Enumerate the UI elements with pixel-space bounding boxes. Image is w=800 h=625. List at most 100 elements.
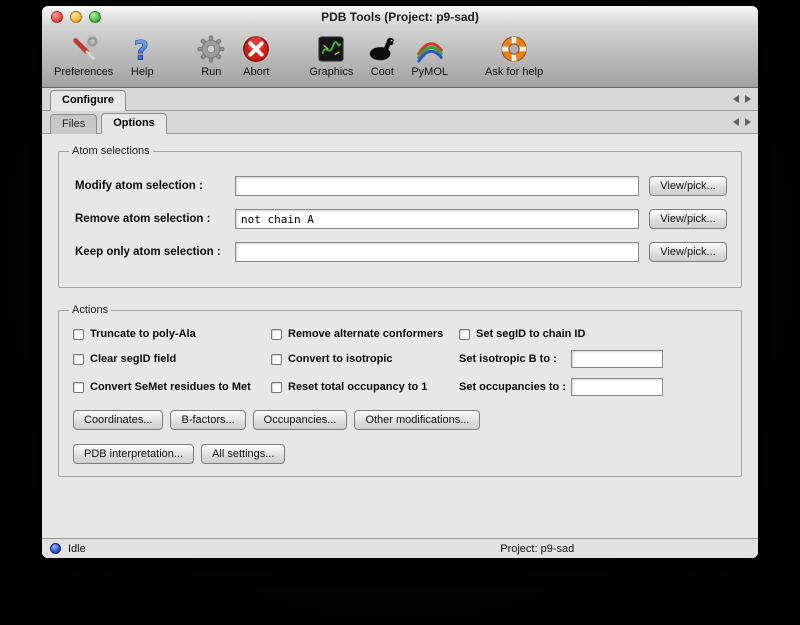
- tab-options-label: Options: [113, 117, 155, 129]
- other-modifications-button[interactable]: Other modifications...: [354, 410, 480, 430]
- actions-group: Actions Truncate to poly-Ala Remove alte…: [58, 304, 742, 477]
- tab-strip-configure: Configure: [42, 88, 758, 111]
- toolbar-label-pymol: PyMOL: [411, 66, 448, 78]
- window-title: PDB Tools (Project: p9-sad): [321, 10, 479, 24]
- set-isotropic-b-input[interactable]: [571, 350, 663, 368]
- tab-files[interactable]: Files: [50, 114, 97, 134]
- tab-configure-label: Configure: [62, 94, 114, 106]
- view-pick-button-keep-only[interactable]: View/pick...: [649, 242, 727, 262]
- gear-icon: [195, 33, 227, 65]
- toolbar-label-ask-for-help: Ask for help: [485, 66, 543, 78]
- checkbox-label: Convert SeMet residues to Met: [90, 381, 251, 393]
- zoom-button[interactable]: [89, 11, 101, 23]
- modify-atom-selection-row: Modify atom selection : View/pick...: [75, 176, 727, 196]
- toolbar: Preferences ? Help: [42, 28, 758, 88]
- atom-selections-group: Atom selections Modify atom selection : …: [58, 145, 742, 288]
- set-occupancies-input[interactable]: [571, 378, 663, 396]
- coot-bird-icon: [366, 33, 398, 65]
- occupancies-button[interactable]: Occupancies...: [253, 410, 348, 430]
- toolbar-button-abort[interactable]: Abort: [240, 33, 272, 78]
- checkbox-truncate-to-poly-ala[interactable]: Truncate to poly-Ala: [73, 328, 271, 340]
- checkbox-box-icon[interactable]: [459, 329, 470, 340]
- titlebar[interactable]: PDB Tools (Project: p9-sad): [42, 6, 758, 28]
- toolbar-label-preferences: Preferences: [54, 66, 113, 78]
- checkbox-label: Set segID to chain ID: [476, 328, 585, 340]
- checkbox-box-icon[interactable]: [73, 329, 84, 340]
- toolbar-button-graphics[interactable]: Graphics: [309, 33, 353, 78]
- toolbar-button-run[interactable]: Run: [195, 33, 227, 78]
- question-mark-icon: ?: [126, 33, 158, 65]
- set-isotropic-b-label: Set isotropic B to :: [459, 353, 571, 365]
- checkbox-reset-total-occupancy[interactable]: Reset total occupancy to 1: [271, 381, 459, 393]
- checkbox-label: Reset total occupancy to 1: [288, 381, 427, 393]
- view-pick-button-remove[interactable]: View/pick...: [649, 209, 727, 229]
- tab-scroll-right-icon[interactable]: [745, 95, 751, 103]
- toolbar-button-preferences[interactable]: Preferences: [54, 33, 113, 78]
- keep-only-atom-selection-row: Keep only atom selection : View/pick...: [75, 242, 727, 262]
- status-bar: Idle Project: p9-sad: [42, 538, 758, 558]
- actions-group-title: Actions: [69, 304, 111, 316]
- checkbox-convert-to-isotropic[interactable]: Convert to isotropic: [271, 353, 459, 365]
- set-isotropic-b-field: Set isotropic B to :: [459, 350, 729, 368]
- minimize-button[interactable]: [70, 11, 82, 23]
- modify-atom-selection-input[interactable]: [235, 176, 639, 196]
- lifebuoy-icon: [498, 33, 530, 65]
- set-occupancies-field: Set occupancies to :: [459, 378, 729, 396]
- tab-options[interactable]: Options: [101, 113, 167, 134]
- coordinates-button[interactable]: Coordinates...: [73, 410, 163, 430]
- tab-scroll-right-icon[interactable]: [745, 118, 751, 126]
- options-page: Atom selections Modify atom selection : …: [42, 134, 758, 477]
- checkbox-label: Clear segID field: [90, 353, 176, 365]
- checkbox-convert-semet-to-met[interactable]: Convert SeMet residues to Met: [73, 381, 271, 393]
- project-label: Project: p9-sad: [500, 543, 574, 555]
- actions-buttons-row-2: PDB interpretation... All settings...: [73, 444, 729, 464]
- desktop-background: PDB Tools (Project: p9-sad) Preferences: [0, 0, 800, 625]
- tab-scroll-arrows: [733, 118, 751, 126]
- checkbox-label: Remove alternate conformers: [288, 328, 443, 340]
- checkbox-box-icon[interactable]: [271, 354, 282, 365]
- tab-scroll-left-icon[interactable]: [733, 118, 739, 126]
- toolbar-button-pymol[interactable]: PyMOL: [411, 33, 448, 78]
- pdb-interpretation-button[interactable]: PDB interpretation...: [73, 444, 194, 464]
- keep-only-atom-selection-label: Keep only atom selection :: [75, 246, 235, 258]
- set-occupancies-label: Set occupancies to :: [459, 381, 571, 393]
- toolbar-button-ask-for-help[interactable]: Ask for help: [485, 33, 543, 78]
- traffic-lights: [51, 11, 101, 23]
- close-button[interactable]: [51, 11, 63, 23]
- checkbox-label: Truncate to poly-Ala: [90, 328, 196, 340]
- toolbar-label-coot: Coot: [371, 66, 394, 78]
- checkbox-set-segid-to-chain-id[interactable]: Set segID to chain ID: [459, 328, 729, 340]
- actions-buttons-row-1: Coordinates... B-factors... Occupancies.…: [73, 410, 729, 430]
- atom-selections-group-title: Atom selections: [69, 145, 153, 157]
- checkbox-box-icon[interactable]: [73, 382, 84, 393]
- keep-only-atom-selection-input[interactable]: [235, 242, 639, 262]
- pymol-ribbon-icon: [414, 33, 446, 65]
- tab-configure[interactable]: Configure: [50, 90, 126, 111]
- toolbar-button-coot[interactable]: Coot: [366, 33, 398, 78]
- checkbox-box-icon[interactable]: [271, 382, 282, 393]
- toolbar-label-run: Run: [201, 66, 221, 78]
- checkbox-box-icon[interactable]: [73, 354, 84, 365]
- all-settings-button[interactable]: All settings...: [201, 444, 285, 464]
- tab-files-label: Files: [62, 118, 85, 130]
- toolbar-label-abort: Abort: [243, 66, 269, 78]
- tools-icon: [68, 33, 100, 65]
- b-factors-button[interactable]: B-factors...: [170, 410, 245, 430]
- checkbox-remove-alternate-conformers[interactable]: Remove alternate conformers: [271, 328, 459, 340]
- status-led-icon: [50, 543, 61, 554]
- toolbar-button-help[interactable]: ? Help: [126, 33, 158, 78]
- tab-scroll-left-icon[interactable]: [733, 95, 739, 103]
- red-x-icon: [240, 33, 272, 65]
- remove-atom-selection-row: Remove atom selection : View/pick...: [75, 209, 727, 229]
- view-pick-button-modify[interactable]: View/pick...: [649, 176, 727, 196]
- toolbar-label-graphics: Graphics: [309, 66, 353, 78]
- tab-scroll-arrows: [733, 95, 751, 103]
- actions-grid: Truncate to poly-Ala Remove alternate co…: [73, 328, 729, 396]
- graphics-screenshot-icon: [315, 33, 347, 65]
- tab-strip-pages: Files Options: [42, 111, 758, 134]
- checkbox-clear-segid-field[interactable]: Clear segID field: [73, 353, 271, 365]
- checkbox-box-icon[interactable]: [271, 329, 282, 340]
- modify-atom-selection-label: Modify atom selection :: [75, 180, 235, 192]
- svg-text:?: ?: [134, 36, 149, 64]
- remove-atom-selection-input[interactable]: [235, 209, 639, 229]
